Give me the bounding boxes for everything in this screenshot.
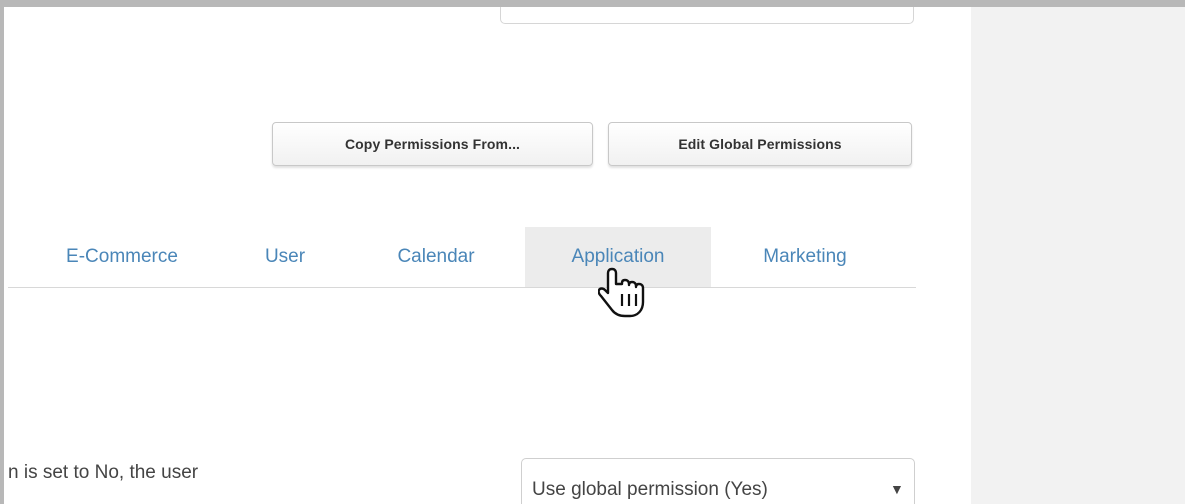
permission-tabs: E-Commerce User Calendar Application Mar…: [8, 227, 916, 287]
copy-permissions-button[interactable]: Copy Permissions From...: [272, 122, 593, 166]
top-input-field[interactable]: [500, 7, 914, 24]
tab-marketing[interactable]: Marketing: [742, 227, 868, 287]
window-top-border: [0, 0, 1185, 7]
tab-calendar[interactable]: Calendar: [380, 227, 492, 287]
edit-global-permissions-button[interactable]: Edit Global Permissions: [608, 122, 912, 166]
right-side-panel: [971, 7, 1185, 504]
dropdown-arrow-icon: ▼: [890, 481, 904, 497]
main-content-panel: Copy Permissions From... Edit Global Per…: [4, 7, 971, 504]
permission-description: n is set to No, the user: [8, 462, 199, 483]
tab-ecommerce[interactable]: E-Commerce: [44, 227, 200, 287]
permission-select-value: Use global permission (Yes): [532, 479, 768, 500]
permission-select[interactable]: Use global permission (Yes) ▼: [521, 458, 915, 504]
tab-divider: [8, 287, 916, 288]
tab-user[interactable]: User: [254, 227, 316, 287]
hand-pointer-icon: [598, 267, 645, 318]
